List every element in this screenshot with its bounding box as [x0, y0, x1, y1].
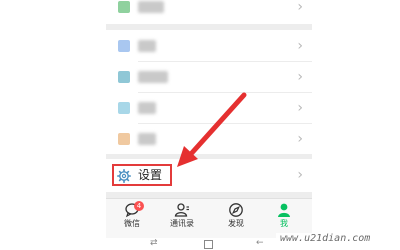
watermark: www.u21dian.com [276, 233, 375, 247]
annotation-arrow [177, 92, 247, 167]
